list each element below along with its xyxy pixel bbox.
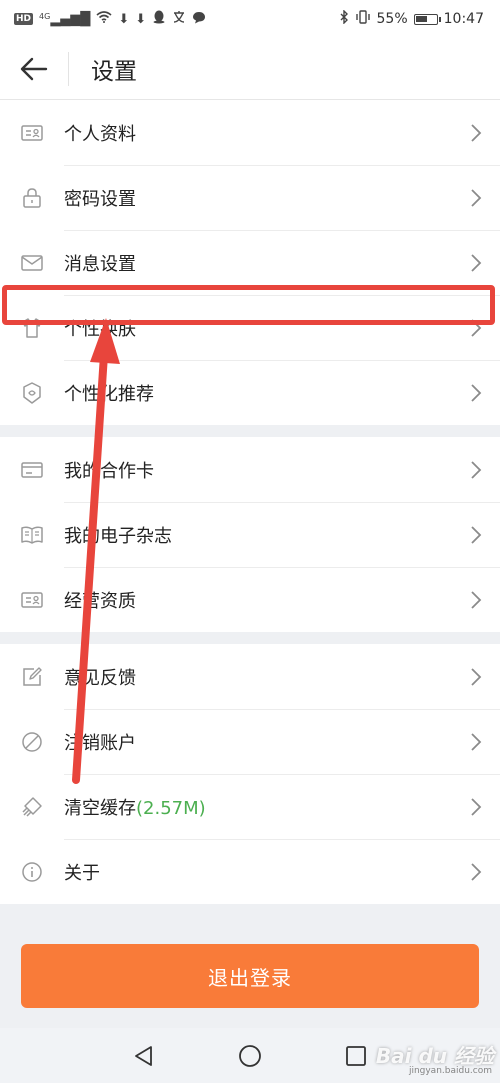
settings-item-password[interactable]: 密码设置 <box>0 165 500 230</box>
settings-item-qualification[interactable]: 经营资质 <box>0 567 500 632</box>
download-icon: ⬇ <box>118 11 130 27</box>
settings-item-label: 清空缓存(2.57M) <box>64 794 452 820</box>
chevron-right-icon <box>452 732 500 752</box>
eraser-icon <box>0 795 64 819</box>
tshirt-icon <box>0 316 64 340</box>
forbid-icon <box>0 730 64 754</box>
settings-item-label: 关于 <box>64 862 100 884</box>
card-icon <box>0 458 64 482</box>
chevron-right-icon <box>452 525 500 545</box>
chevron-right-icon <box>452 318 500 338</box>
settings-item-skin[interactable]: 个性换肤 <box>0 295 500 360</box>
chevron-right-icon <box>452 797 500 817</box>
chevron-right-icon <box>452 123 500 143</box>
cache-size: (2.57M) <box>136 797 206 819</box>
settings-group-system: 意见反馈 注销账户 清空缓存(2.57M) 关于 <box>0 644 500 904</box>
signal-icon: 4G▂▄▆█ <box>39 11 91 27</box>
hd-badge: HD <box>14 13 34 25</box>
settings-item-cooperation-card[interactable]: 我的合作卡 <box>0 437 500 502</box>
clear-cache-label: 清空缓存 <box>64 797 136 819</box>
battery-percent: 55% <box>376 11 408 27</box>
battery-level <box>415 15 427 22</box>
settings-item-label: 我的电子杂志 <box>64 525 172 547</box>
signal-label: 4G <box>39 11 51 21</box>
settings-item-feedback[interactable]: 意见反馈 <box>0 644 500 709</box>
chevron-right-icon <box>452 667 500 687</box>
vibrate-icon <box>355 10 371 28</box>
chevron-right-icon <box>452 862 500 882</box>
qq-icon <box>152 10 166 28</box>
settings-item-delete-account[interactable]: 注销账户 <box>0 709 500 774</box>
info-icon <box>0 860 64 884</box>
chevron-right-icon <box>452 460 500 480</box>
logout-button[interactable]: 退出登录 <box>21 944 479 1008</box>
settings-item-about[interactable]: 关于 <box>0 839 500 904</box>
id-card-icon <box>0 121 64 145</box>
settings-item-label: 消息设置 <box>64 253 136 275</box>
badge-icon <box>0 381 64 405</box>
translate-icon <box>172 10 186 28</box>
clock: 10:47 <box>443 11 484 27</box>
chevron-right-icon <box>452 188 500 208</box>
header-divider <box>68 51 69 86</box>
settings-group-business: 我的合作卡 我的电子杂志 经营资质 <box>0 437 500 632</box>
settings-item-label: 个性化推荐 <box>64 383 154 405</box>
battery-icon <box>413 13 441 25</box>
download-icon: ⬇ <box>135 11 147 27</box>
settings-item-clear-cache[interactable]: 清空缓存(2.57M) <box>0 774 500 839</box>
settings-item-profile[interactable]: 个人资料 <box>0 100 500 165</box>
settings-item-label: 我的合作卡 <box>64 460 154 482</box>
page-title: 设置 <box>91 58 137 85</box>
status-bar: HD 4G▂▄▆█ ⬇ ⬇ 55% 10:47 <box>0 0 500 38</box>
chevron-right-icon <box>452 590 500 610</box>
nav-back-button[interactable] <box>91 1028 197 1083</box>
settings-item-label: 注销账户 <box>64 732 136 754</box>
lock-icon <box>0 186 64 210</box>
settings-group-account: 个人资料 密码设置 消息设置 个性换肤 个性化推荐 <box>0 100 500 425</box>
envelope-icon <box>0 251 64 275</box>
settings-item-magazine[interactable]: 我的电子杂志 <box>0 502 500 567</box>
settings-item-label: 经营资质 <box>64 590 136 612</box>
id-card-icon <box>0 588 64 612</box>
settings-item-recommend[interactable]: 个性化推荐 <box>0 360 500 425</box>
nav-home-button[interactable] <box>197 1028 303 1083</box>
nav-recent-icon <box>346 1045 366 1066</box>
settings-item-label: 个人资料 <box>64 123 136 145</box>
nav-home-icon <box>239 1044 261 1067</box>
chat-icon <box>192 11 206 28</box>
app-header: 设置 <box>0 38 500 100</box>
nav-back-icon <box>135 1045 152 1066</box>
settings-item-messages[interactable]: 消息设置 <box>0 230 500 295</box>
watermark-brand: Bai du 经验 <box>375 1044 494 1068</box>
chevron-right-icon <box>452 253 500 273</box>
back-button[interactable] <box>0 38 68 100</box>
chevron-right-icon <box>452 383 500 403</box>
edit-icon <box>0 665 64 689</box>
settings-item-label: 意见反馈 <box>64 667 136 689</box>
bluetooth-icon <box>339 9 349 28</box>
watermark-url: jingyan.baidu.com <box>408 1066 492 1076</box>
settings-item-label: 密码设置 <box>64 188 136 210</box>
book-icon <box>0 523 64 547</box>
settings-item-label: 个性换肤 <box>64 318 136 340</box>
arrow-left-icon <box>20 57 48 80</box>
wifi-icon <box>96 11 112 27</box>
